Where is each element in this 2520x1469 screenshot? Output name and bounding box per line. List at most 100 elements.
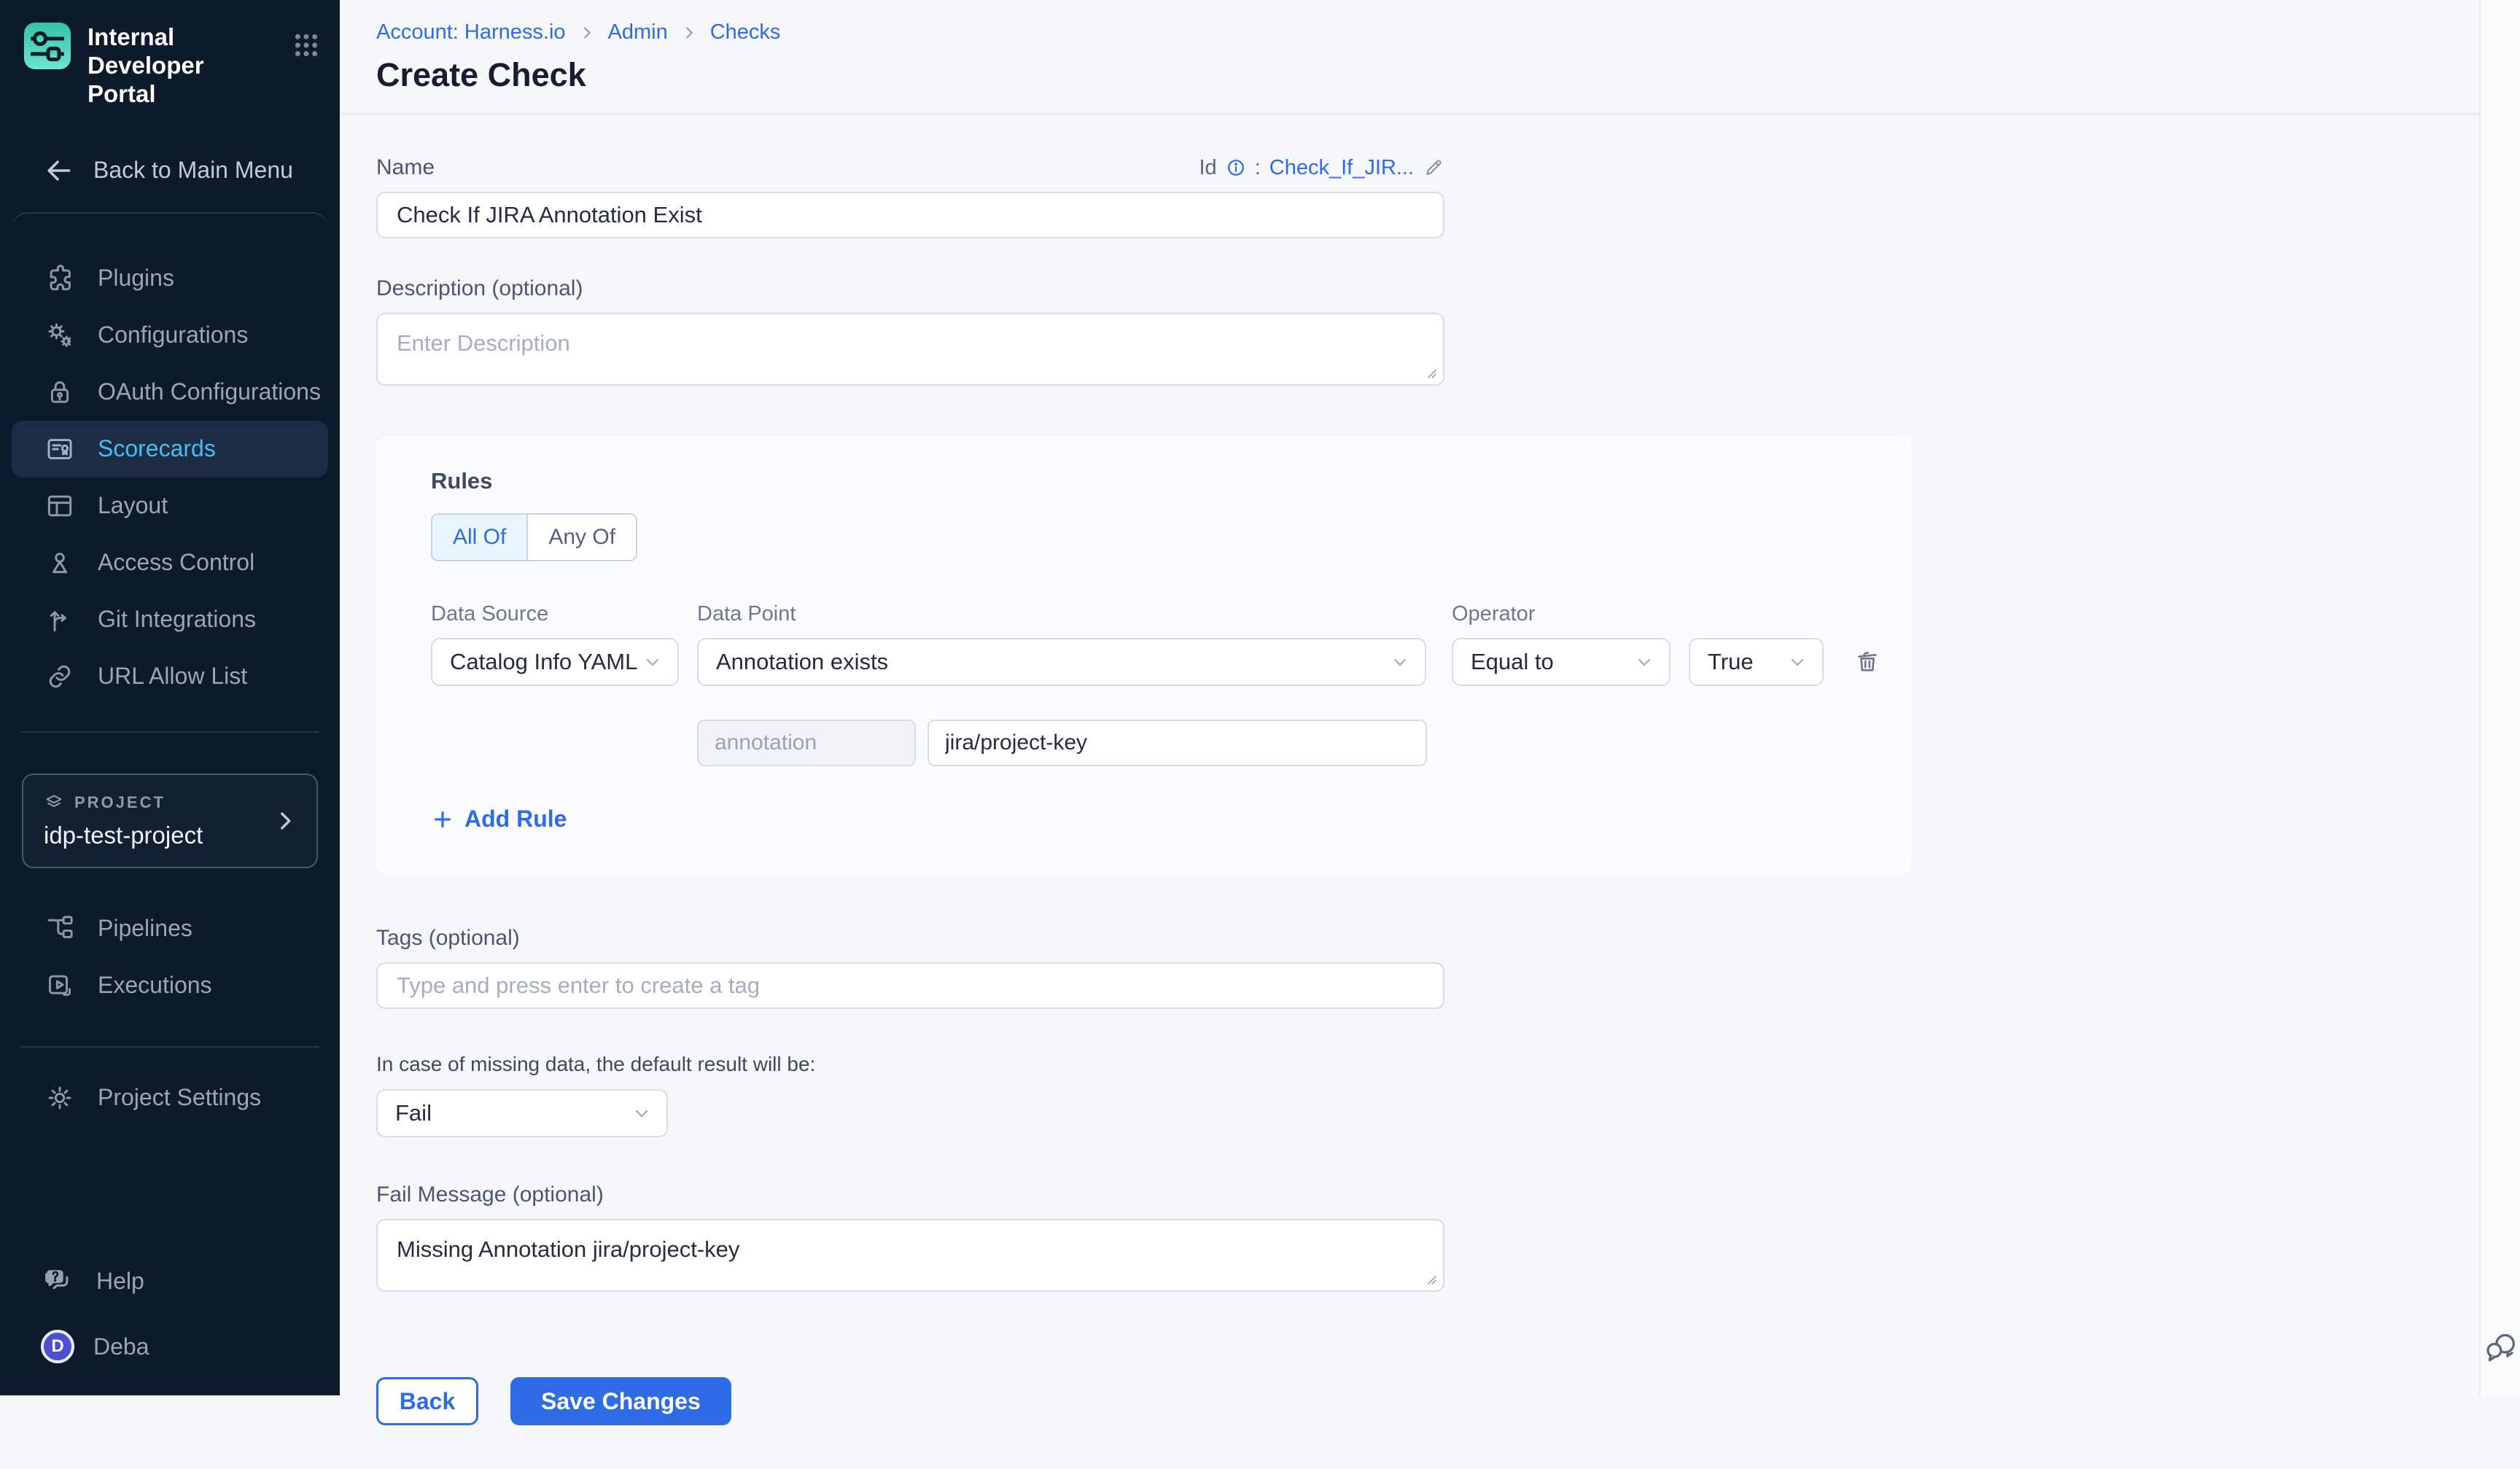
missing-data-value: Fail [395, 1100, 432, 1126]
sidebar-item-label: Configurations [98, 322, 248, 348]
missing-data-select[interactable]: Fail [376, 1089, 668, 1137]
person-icon [44, 547, 76, 579]
operator-select[interactable]: Equal to [1452, 638, 1671, 686]
chevron-down-icon [631, 1103, 652, 1123]
sidebar-item-executions[interactable]: Executions [0, 957, 340, 1014]
sidebar-item-access-control[interactable]: Access Control [0, 534, 340, 591]
app-title: Internal Developer Portal [88, 22, 276, 109]
id-label: Id [1199, 156, 1217, 180]
add-rule-label: Add Rule [464, 806, 567, 833]
tab-any-of[interactable]: Any Of [526, 515, 636, 560]
right-edge-strip [2479, 0, 2520, 1395]
chevron-down-icon [642, 652, 663, 672]
sidebar-project-nav: Pipelines Executions [0, 900, 340, 1014]
layers-icon [44, 792, 64, 813]
sidebar-divider [20, 731, 319, 733]
user-menu[interactable]: D Deba [0, 1330, 340, 1363]
chevron-right-icon [579, 25, 595, 41]
help-label: Help [96, 1268, 144, 1295]
annotation-key-input[interactable] [697, 720, 916, 766]
user-name: Deba [93, 1333, 149, 1360]
breadcrumb-checks[interactable]: Checks [710, 20, 781, 44]
operand-select[interactable]: True [1689, 638, 1824, 686]
edit-pencil-icon[interactable] [1423, 157, 1444, 179]
project-name: idp-test-project [44, 822, 296, 849]
help-chat-icon [41, 1264, 74, 1298]
info-icon[interactable] [1226, 157, 1246, 178]
fail-message-label: Fail Message (optional) [376, 1182, 2479, 1207]
sidebar-item-label: URL Allow List [98, 663, 247, 690]
app-logo-icon[interactable] [23, 22, 71, 70]
gear-icon [44, 1082, 76, 1114]
sidebar-item-oauth-configurations[interactable]: OAuth Configurations [0, 364, 340, 421]
tags-label: Tags (optional) [376, 926, 2479, 951]
tags-input[interactable] [376, 962, 1444, 1009]
gears-icon [44, 319, 76, 351]
sidebar-item-label: Layout [98, 492, 168, 519]
support-chat-icon[interactable] [2482, 1328, 2520, 1366]
page-title: Create Check [376, 56, 2479, 94]
sidebar-item-pipelines[interactable]: Pipelines [0, 900, 340, 957]
data-source-select[interactable]: Catalog Info YAML [431, 638, 679, 686]
name-input[interactable] [376, 192, 1444, 238]
sidebar-item-git-integrations[interactable]: Git Integrations [0, 591, 340, 648]
breadcrumb: Account: Harness.io Admin Checks [376, 20, 2479, 44]
pipelines-icon [44, 913, 76, 945]
delete-rule-button[interactable] [1853, 647, 1882, 677]
chevron-right-icon [681, 25, 697, 41]
scorecard-icon [44, 433, 76, 465]
back-to-main-menu[interactable]: Back to Main Menu [0, 148, 340, 193]
data-point-select[interactable]: Annotation exists [697, 638, 1426, 686]
data-source-label: Data Source [431, 602, 697, 626]
sidebar-settings-nav: Project Settings [0, 1069, 340, 1126]
chevron-down-icon [1787, 652, 1808, 672]
annotation-value-input[interactable] [928, 720, 1427, 766]
sidebar-item-label: Executions [98, 972, 212, 999]
sidebar-item-layout[interactable]: Layout [0, 478, 340, 534]
operator-value: Equal to [1471, 649, 1554, 675]
back-to-main-menu-label: Back to Main Menu [93, 157, 293, 184]
executions-icon [44, 970, 76, 1002]
id-row: Id : Check_If_JIR... [1199, 156, 1445, 180]
sidebar-item-scorecards[interactable]: Scorecards [12, 421, 328, 478]
operator-label: Operator [1452, 602, 1535, 626]
page-header: Account: Harness.io Admin Checks Create … [340, 0, 2479, 114]
trash-icon [1853, 647, 1882, 677]
back-button[interactable]: Back [376, 1377, 478, 1425]
check-id-link[interactable]: Check_If_JIR... [1269, 156, 1414, 180]
sidebar-item-url-allow-list[interactable]: URL Allow List [0, 648, 340, 705]
save-changes-button[interactable]: Save Changes [510, 1377, 731, 1425]
missing-data-label: In case of missing data, the default res… [376, 1053, 2479, 1076]
rules-card: Rules All Of Any Of Data Source Data Poi… [376, 436, 1911, 875]
sidebar-item-label: Scorecards [98, 435, 216, 462]
sidebar-item-configurations[interactable]: Configurations [0, 307, 340, 364]
sidebar: Internal Developer Portal Back to Main M… [0, 0, 340, 1395]
data-point-value: Annotation exists [716, 649, 888, 675]
help-button[interactable]: Help [0, 1252, 340, 1309]
project-selector-card[interactable]: PROJECT idp-test-project [22, 774, 318, 868]
sidebar-bottom: Help D Deba [0, 1252, 340, 1395]
link-icon [44, 661, 76, 693]
sidebar-item-label: Project Settings [98, 1084, 261, 1111]
plus-icon [431, 808, 454, 831]
breadcrumb-admin[interactable]: Admin [608, 20, 668, 44]
project-eyebrow-label: PROJECT [74, 793, 166, 812]
sidebar-item-project-settings[interactable]: Project Settings [0, 1069, 340, 1126]
fail-message-textarea[interactable]: Missing Annotation jira/project-key [376, 1219, 1444, 1292]
main-content: Account: Harness.io Admin Checks Create … [340, 0, 2479, 1395]
data-point-label: Data Point [697, 602, 1452, 626]
description-textarea[interactable] [376, 313, 1444, 386]
app-launcher-grid-icon[interactable] [292, 31, 321, 60]
add-rule-button[interactable]: Add Rule [431, 806, 567, 833]
git-branch-icon [44, 604, 76, 636]
layout-icon [44, 490, 76, 522]
data-source-value: Catalog Info YAML [450, 649, 637, 675]
breadcrumb-account[interactable]: Account: Harness.io [376, 20, 566, 44]
back-arrow-icon [42, 155, 74, 187]
avatar: D [41, 1330, 74, 1363]
sidebar-item-plugins[interactable]: Plugins [0, 250, 340, 307]
name-label: Name [376, 155, 435, 180]
tab-all-of[interactable]: All Of [432, 515, 526, 560]
rules-match-toggle: All Of Any Of [431, 513, 637, 561]
description-label: Description (optional) [376, 276, 2479, 301]
